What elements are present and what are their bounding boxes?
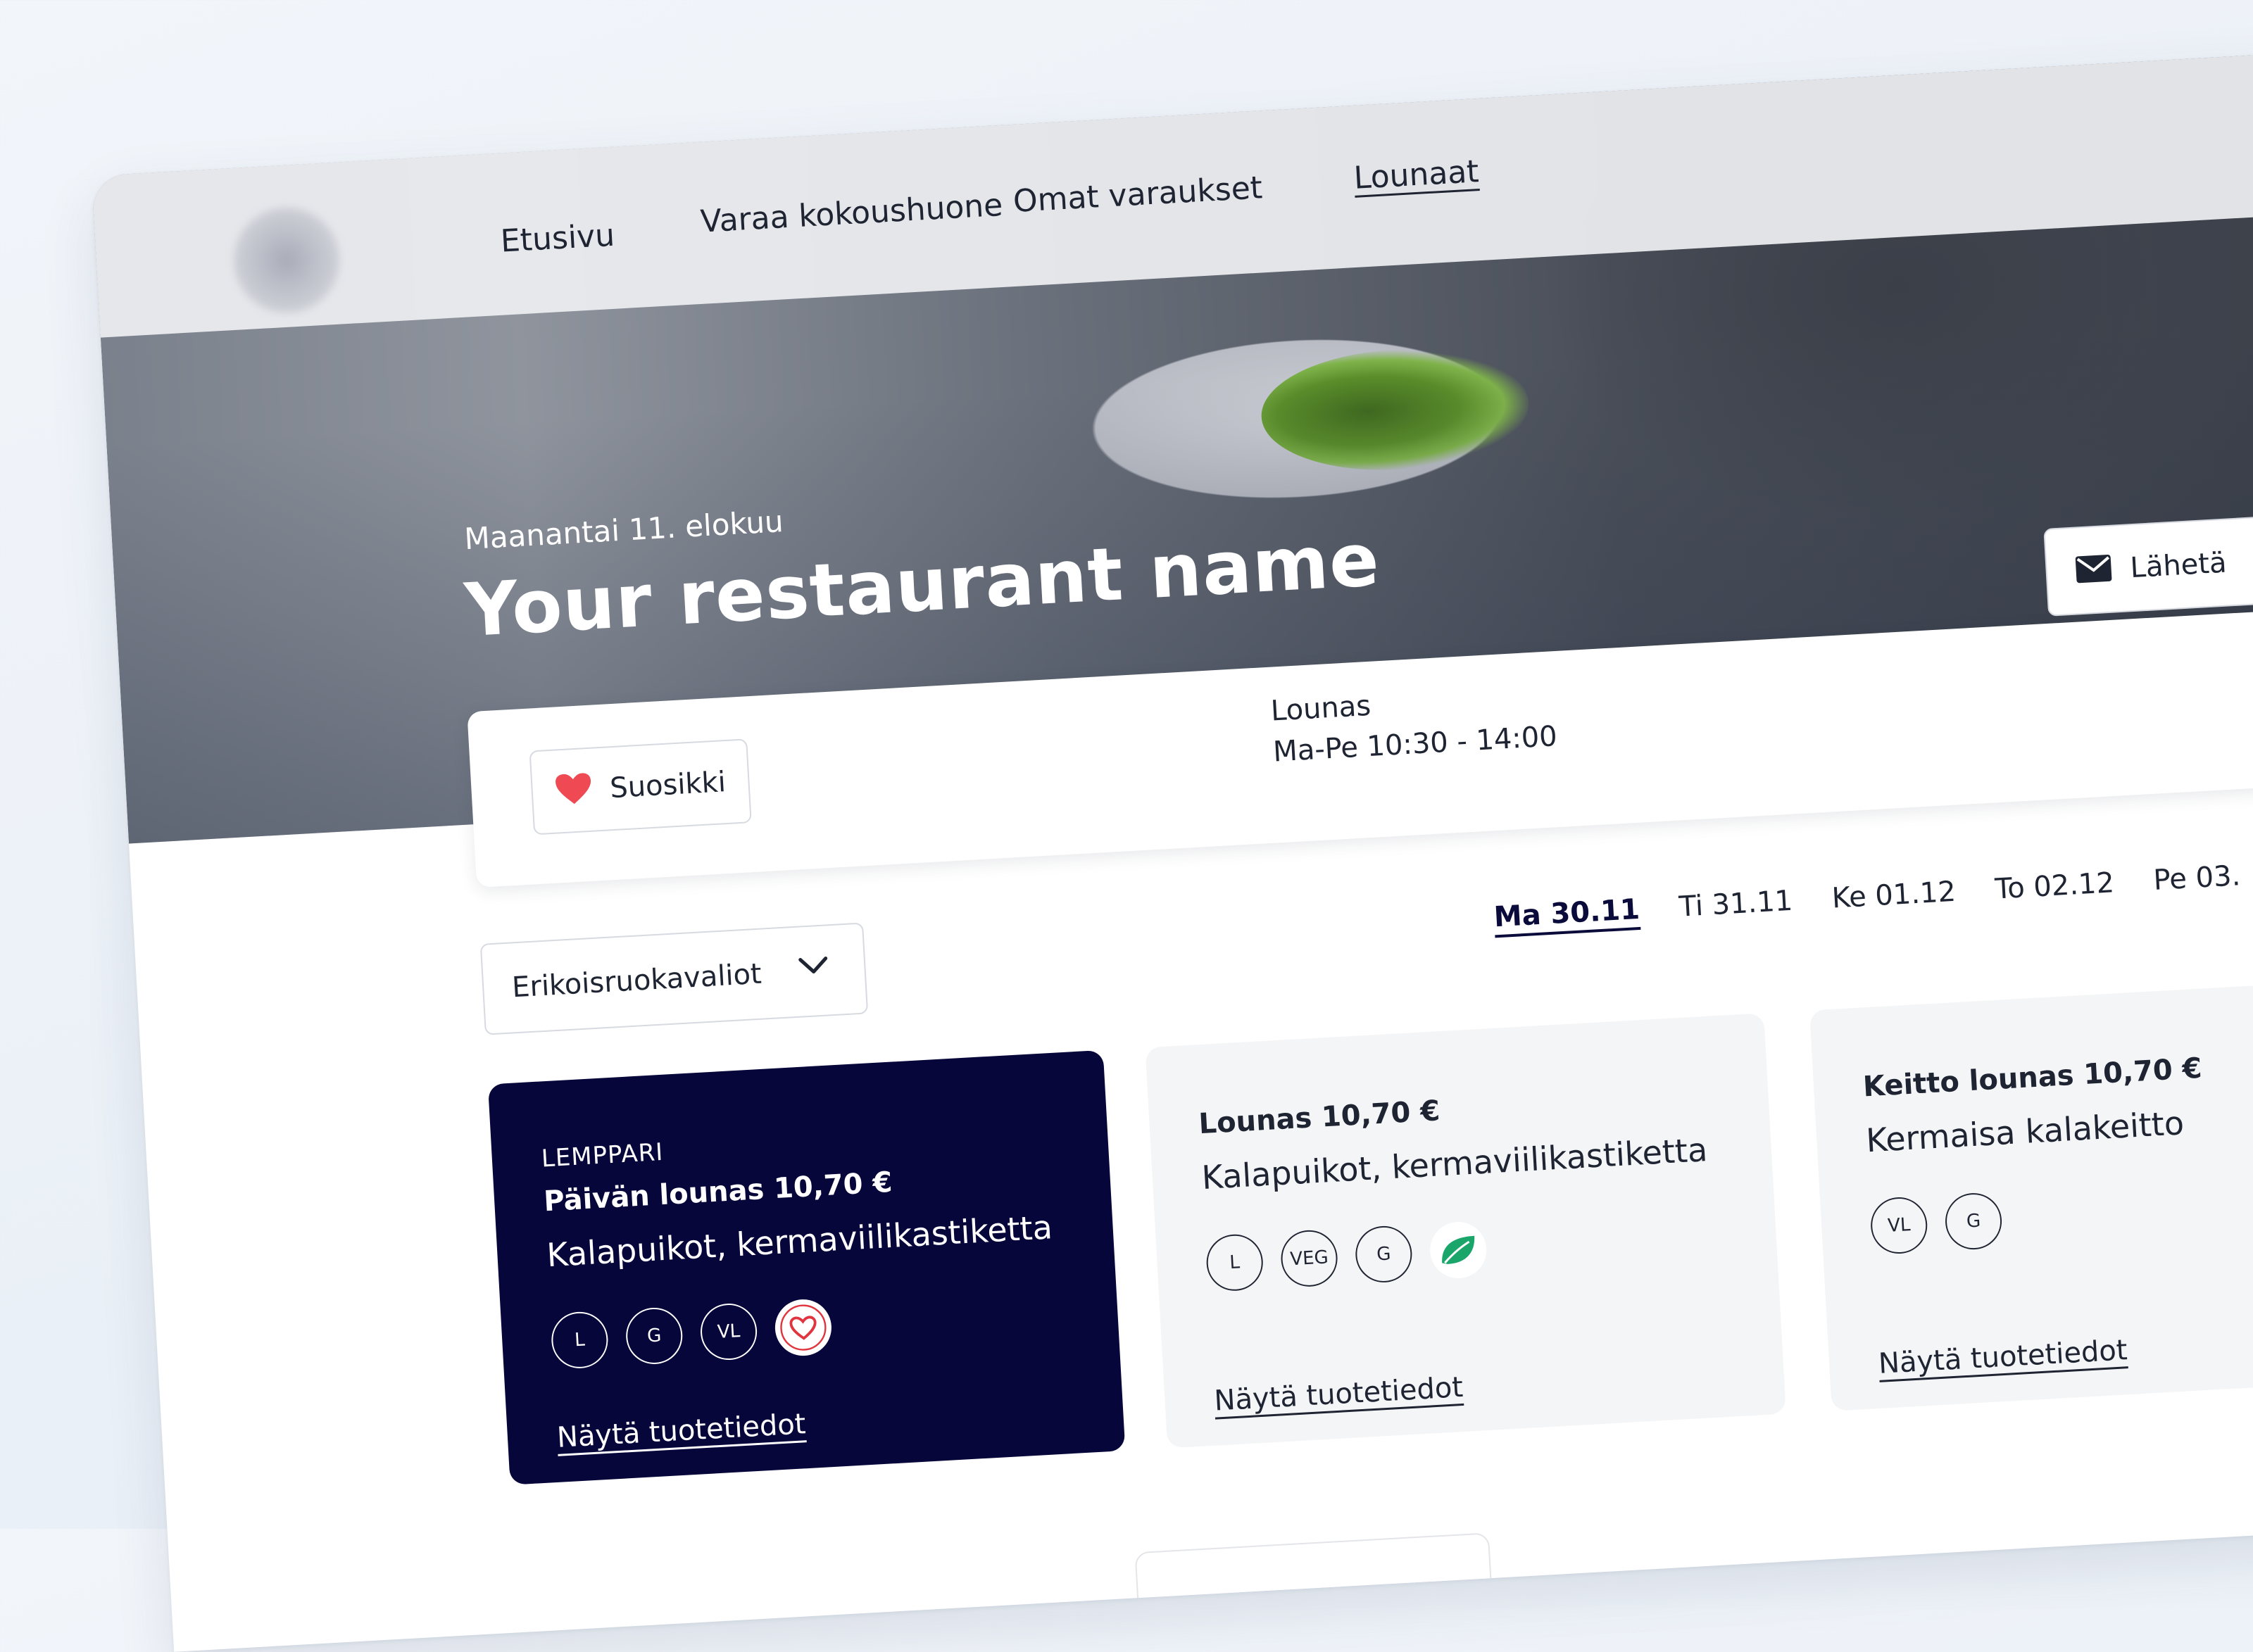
browser-page: Etusivu Varaa kokoushuone Omat varaukset… [92, 46, 2253, 1652]
chevron-down-icon [798, 955, 830, 979]
day-tab-ke[interactable]: Ke 01.12 [1831, 876, 1957, 915]
diet-tag: G [625, 1306, 684, 1366]
nav-item-lounaat[interactable]: Lounaat [1353, 153, 1480, 196]
favorite-label: Suosikki [609, 766, 727, 805]
diet-tags: VL G [1869, 1170, 2253, 1256]
nav-item-varaa-kokoushuone[interactable]: Varaa kokoushuone [700, 187, 1004, 240]
menu-item-title: Keitto lounas 10,70 € [1862, 1052, 2203, 1104]
diet-tag: VL [1869, 1195, 1929, 1256]
next-card-edge [1134, 1532, 1493, 1612]
menu-item-description: Kalapuikot, kermaviilikastiketta [1200, 1130, 1709, 1197]
product-info-link[interactable]: Näytä tuotetiedot [1878, 1334, 2128, 1380]
send-button[interactable]: Lähetä [2043, 512, 2253, 617]
nav-item-omat-varaukset[interactable]: Omat varaukset [1012, 170, 1264, 220]
diet-tag: L [1205, 1232, 1264, 1292]
diet-filter-select[interactable]: Erikoisruokavaliot [479, 922, 869, 1035]
lunch-hours-title: Lounas [1269, 689, 1372, 728]
diet-tags: L G VL [550, 1285, 1069, 1370]
diet-filter-label: Erikoisruokavaliot [511, 957, 762, 1004]
leaf-icon [1429, 1220, 1488, 1280]
diet-tags: L VEG G [1205, 1207, 1728, 1292]
day-tab-to[interactable]: To 02.12 [1994, 866, 2115, 905]
mail-icon [2074, 553, 2112, 586]
day-tabs: Ma 30.11 Ti 31.11 Ke 01.12 To 02.12 Pe 0… [1493, 857, 2253, 933]
day-tab-ma[interactable]: Ma 30.11 [1493, 893, 1640, 933]
page-window: Etusivu Varaa kokoushuone Omat varaukset… [92, 46, 2253, 1652]
menu-item-title: Lounas 10,70 € [1198, 1095, 1441, 1141]
logo[interactable] [231, 204, 343, 316]
day-tab-pe[interactable]: Pe 03. [2152, 859, 2241, 897]
heart-icon [554, 772, 593, 809]
menu-card-featured: LEMPPARI Päivän lounas 10,70 € Kalapuiko… [487, 1049, 1126, 1485]
diet-tag: VEG [1279, 1228, 1339, 1289]
product-info-link[interactable]: Näytä tuotetiedot [1213, 1371, 1464, 1418]
menu-card-soup: Keitto lounas 10,70 € Kermaisa kalakeitt… [1809, 976, 2253, 1411]
nav-item-etusivu[interactable]: Etusivu [500, 217, 616, 260]
diet-tag: VL [698, 1301, 759, 1362]
favorite-button[interactable]: Suosikki [529, 738, 752, 836]
send-button-label: Lähetä [2129, 546, 2228, 584]
diet-tag: G [1354, 1224, 1414, 1285]
lunch-hours-value: Ma-Pe 10:30 - 14:00 [1272, 720, 1558, 769]
menu-item-description: Kalapuikot, kermaviilikastiketta [546, 1208, 1054, 1275]
menu-card-lunch: Lounas 10,70 € Kalapuikot, kermaviilikas… [1145, 1013, 1786, 1449]
day-tab-ti[interactable]: Ti 31.11 [1678, 885, 1793, 923]
product-info-link[interactable]: Näytä tuotetiedot [556, 1408, 807, 1454]
diet-tag: L [550, 1310, 610, 1370]
menu-item-description: Kermaisa kalakeitto [1864, 1104, 2185, 1160]
diet-tag: G [1943, 1191, 2004, 1251]
heart-seal-icon [773, 1297, 834, 1358]
